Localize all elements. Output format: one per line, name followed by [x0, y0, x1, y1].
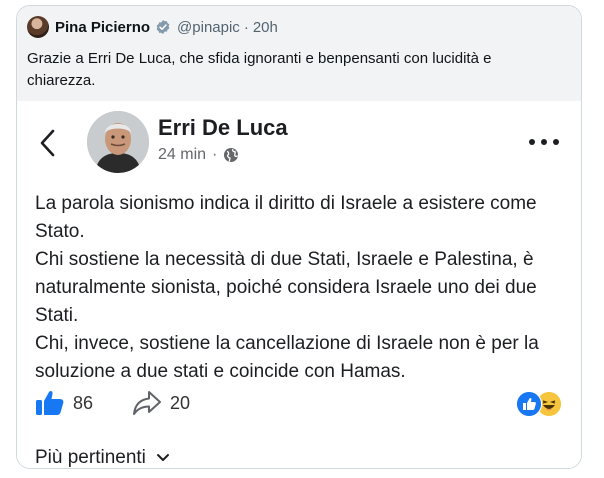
- reactions-summary[interactable]: [516, 391, 564, 417]
- like-button[interactable]: 86: [35, 389, 93, 417]
- embedded-facebook-post: Erri De Luca 24 min · La parola sionismo…: [17, 101, 581, 468]
- tweet-author-handle[interactable]: @pinapic: [177, 19, 240, 36]
- share-icon: [133, 391, 161, 415]
- tweet-header: Pina Picierno @pinapic · 20h Grazie a Er…: [17, 6, 581, 101]
- post-text-line: Chi, invece, sostiene la cancellazione d…: [35, 333, 539, 382]
- tweet-author-avatar[interactable]: [27, 16, 49, 38]
- post-text-line: Chi sostiene la necessità di due Stati, …: [35, 249, 537, 326]
- globe-icon: [224, 148, 239, 162]
- post-meta-separator: ·: [212, 146, 218, 163]
- post-author-avatar[interactable]: [87, 111, 149, 173]
- tweet-timestamp[interactable]: 20h: [253, 19, 278, 36]
- post-text-line: La parola sionismo indica il diritto di …: [35, 193, 537, 242]
- comment-sort-dropdown[interactable]: Più pertinenti: [35, 447, 170, 468]
- post-text: La parola sionismo indica il diritto di …: [35, 190, 571, 386]
- post-author-name[interactable]: Erri De Luca: [158, 115, 288, 141]
- share-count: 20: [170, 392, 191, 413]
- share-button[interactable]: 20: [132, 389, 190, 417]
- comment-sort-label: Più pertinenti: [35, 447, 146, 468]
- like-reaction-icon: [516, 391, 542, 417]
- more-options-icon[interactable]: [529, 137, 559, 147]
- like-count: 86: [73, 392, 94, 413]
- post-timestamp[interactable]: 24 min: [158, 146, 206, 164]
- tweet-author-name[interactable]: Pina Picierno: [55, 19, 150, 36]
- tweet-text: Grazie a Erri De Luca, che sfida ignoran…: [27, 50, 492, 89]
- back-arrow-icon[interactable]: [37, 128, 59, 158]
- tweet-author-row: Pina Picierno @pinapic · 20h: [27, 16, 569, 38]
- embedded-tweet-card[interactable]: Pina Picierno @pinapic · 20h Grazie a Er…: [16, 5, 582, 469]
- tweet-meta-separator: ·: [243, 18, 249, 36]
- post-meta: 24 min ·: [158, 146, 239, 164]
- like-icon: [36, 390, 64, 415]
- chevron-down-icon: [156, 454, 169, 461]
- verified-badge-icon: [156, 20, 170, 34]
